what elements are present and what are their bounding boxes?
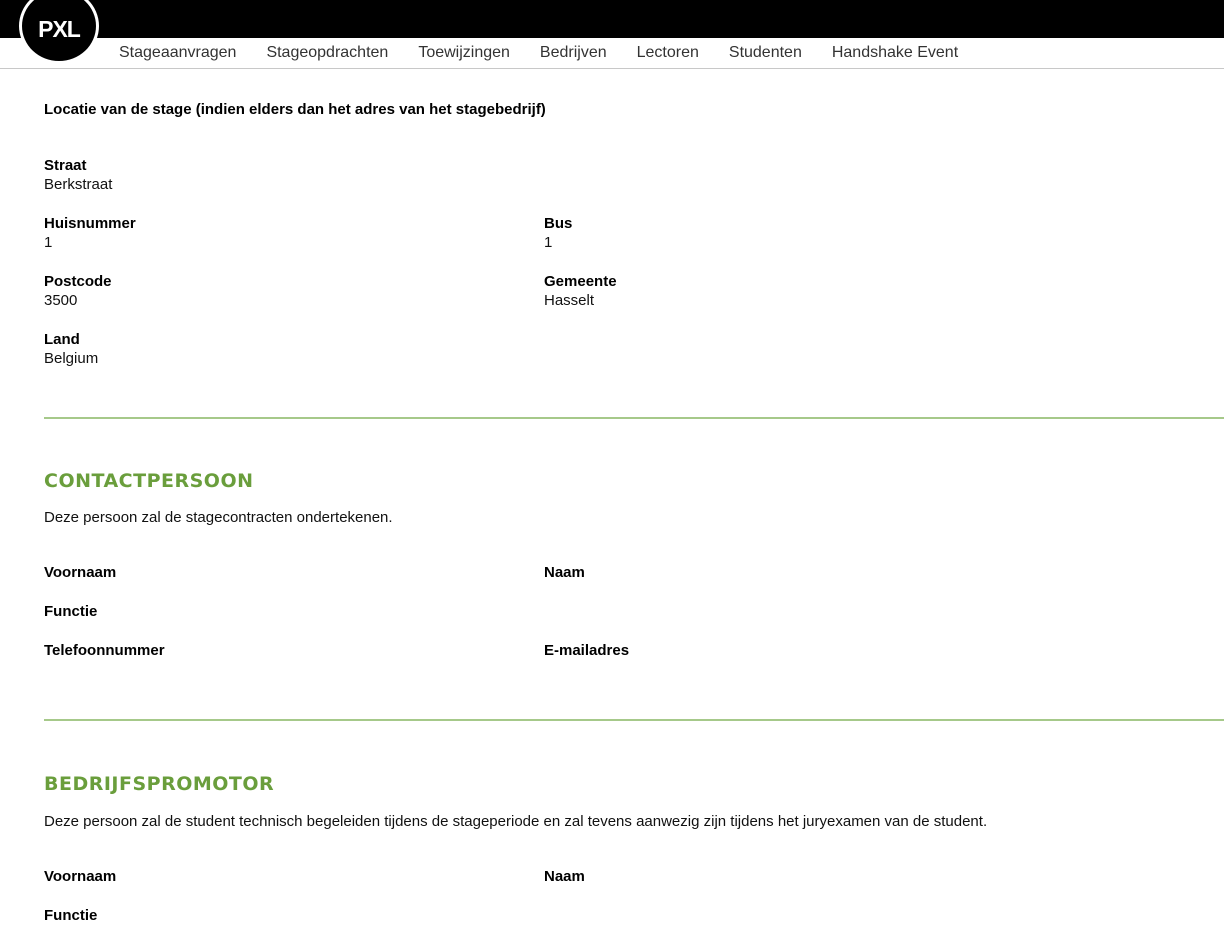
- nav-handshake-event[interactable]: Handshake Event: [817, 44, 973, 62]
- promotor-voornaam-label: Voornaam: [44, 868, 117, 885]
- contactpersoon-description: Deze persoon zal de stagecontracten onde…: [44, 509, 393, 526]
- contact-voornaam-field: Voornaam: [44, 563, 116, 582]
- bus-label: Bus: [544, 215, 573, 232]
- huisnummer-label: Huisnummer: [44, 215, 136, 232]
- bedrijfspromotor-description: Deze persoon zal de student technisch be…: [44, 813, 988, 830]
- promotor-naam-field: Naam: [544, 867, 585, 886]
- bedrijfspromotor-heading: BEDRIJFSPROMOTOR: [44, 773, 275, 795]
- postcode-value: 3500: [44, 292, 78, 309]
- nav-stageaanvragen[interactable]: Stageaanvragen: [104, 44, 251, 62]
- contact-functie-label: Functie: [44, 603, 98, 620]
- contact-telefoon-field: Telefoonnummer: [44, 641, 165, 660]
- bus-value: 1: [544, 234, 553, 251]
- main-nav: Stageaanvragen Stageopdrachten Toewijzin…: [104, 38, 973, 68]
- postcode-field: Postcode 3500: [44, 272, 112, 310]
- huisnummer-value: 1: [44, 234, 53, 251]
- huisnummer-field: Huisnummer 1: [44, 214, 136, 252]
- nav-stageopdrachten[interactable]: Stageopdrachten: [251, 44, 403, 62]
- gemeente-field: Gemeente Hasselt: [544, 272, 617, 310]
- contact-telefoon-label: Telefoonnummer: [44, 642, 165, 659]
- contact-functie-field: Functie: [44, 602, 97, 621]
- gemeente-value: Hasselt: [544, 292, 595, 309]
- straat-value: Berkstraat: [44, 176, 113, 193]
- contact-naam-field: Naam: [544, 563, 585, 582]
- contact-naam-label: Naam: [544, 564, 585, 581]
- promotor-voornaam-field: Voornaam: [44, 867, 116, 886]
- nav-bedrijven[interactable]: Bedrijven: [525, 44, 622, 62]
- contact-email-field: E-mailadres: [544, 641, 629, 660]
- postcode-label: Postcode: [44, 273, 112, 290]
- locatie-title: Locatie van de stage (indien elders dan …: [44, 101, 546, 118]
- land-field: Land Belgium: [44, 330, 98, 368]
- logo-text: PXL: [38, 15, 81, 42]
- divider: [44, 719, 1224, 721]
- contactpersoon-heading: CONTACTPERSOON: [44, 470, 254, 492]
- contact-email-label: E-mailadres: [544, 642, 630, 659]
- gemeente-label: Gemeente: [544, 273, 617, 290]
- bus-field: Bus 1: [544, 214, 572, 252]
- straat-field: Straat Berkstraat: [44, 156, 112, 194]
- promotor-naam-label: Naam: [544, 868, 585, 885]
- straat-label: Straat: [44, 157, 87, 174]
- promotor-functie-label: Functie: [44, 907, 98, 924]
- contact-voornaam-label: Voornaam: [44, 564, 117, 581]
- nav-lectoren[interactable]: Lectoren: [622, 44, 714, 62]
- nav-toewijzingen[interactable]: Toewijzingen: [403, 44, 525, 62]
- nav-studenten[interactable]: Studenten: [714, 44, 817, 62]
- top-bar: [0, 0, 1224, 38]
- divider: [44, 417, 1224, 419]
- land-label: Land: [44, 331, 80, 348]
- promotor-functie-field: Functie: [44, 906, 97, 925]
- land-value: Belgium: [44, 350, 99, 367]
